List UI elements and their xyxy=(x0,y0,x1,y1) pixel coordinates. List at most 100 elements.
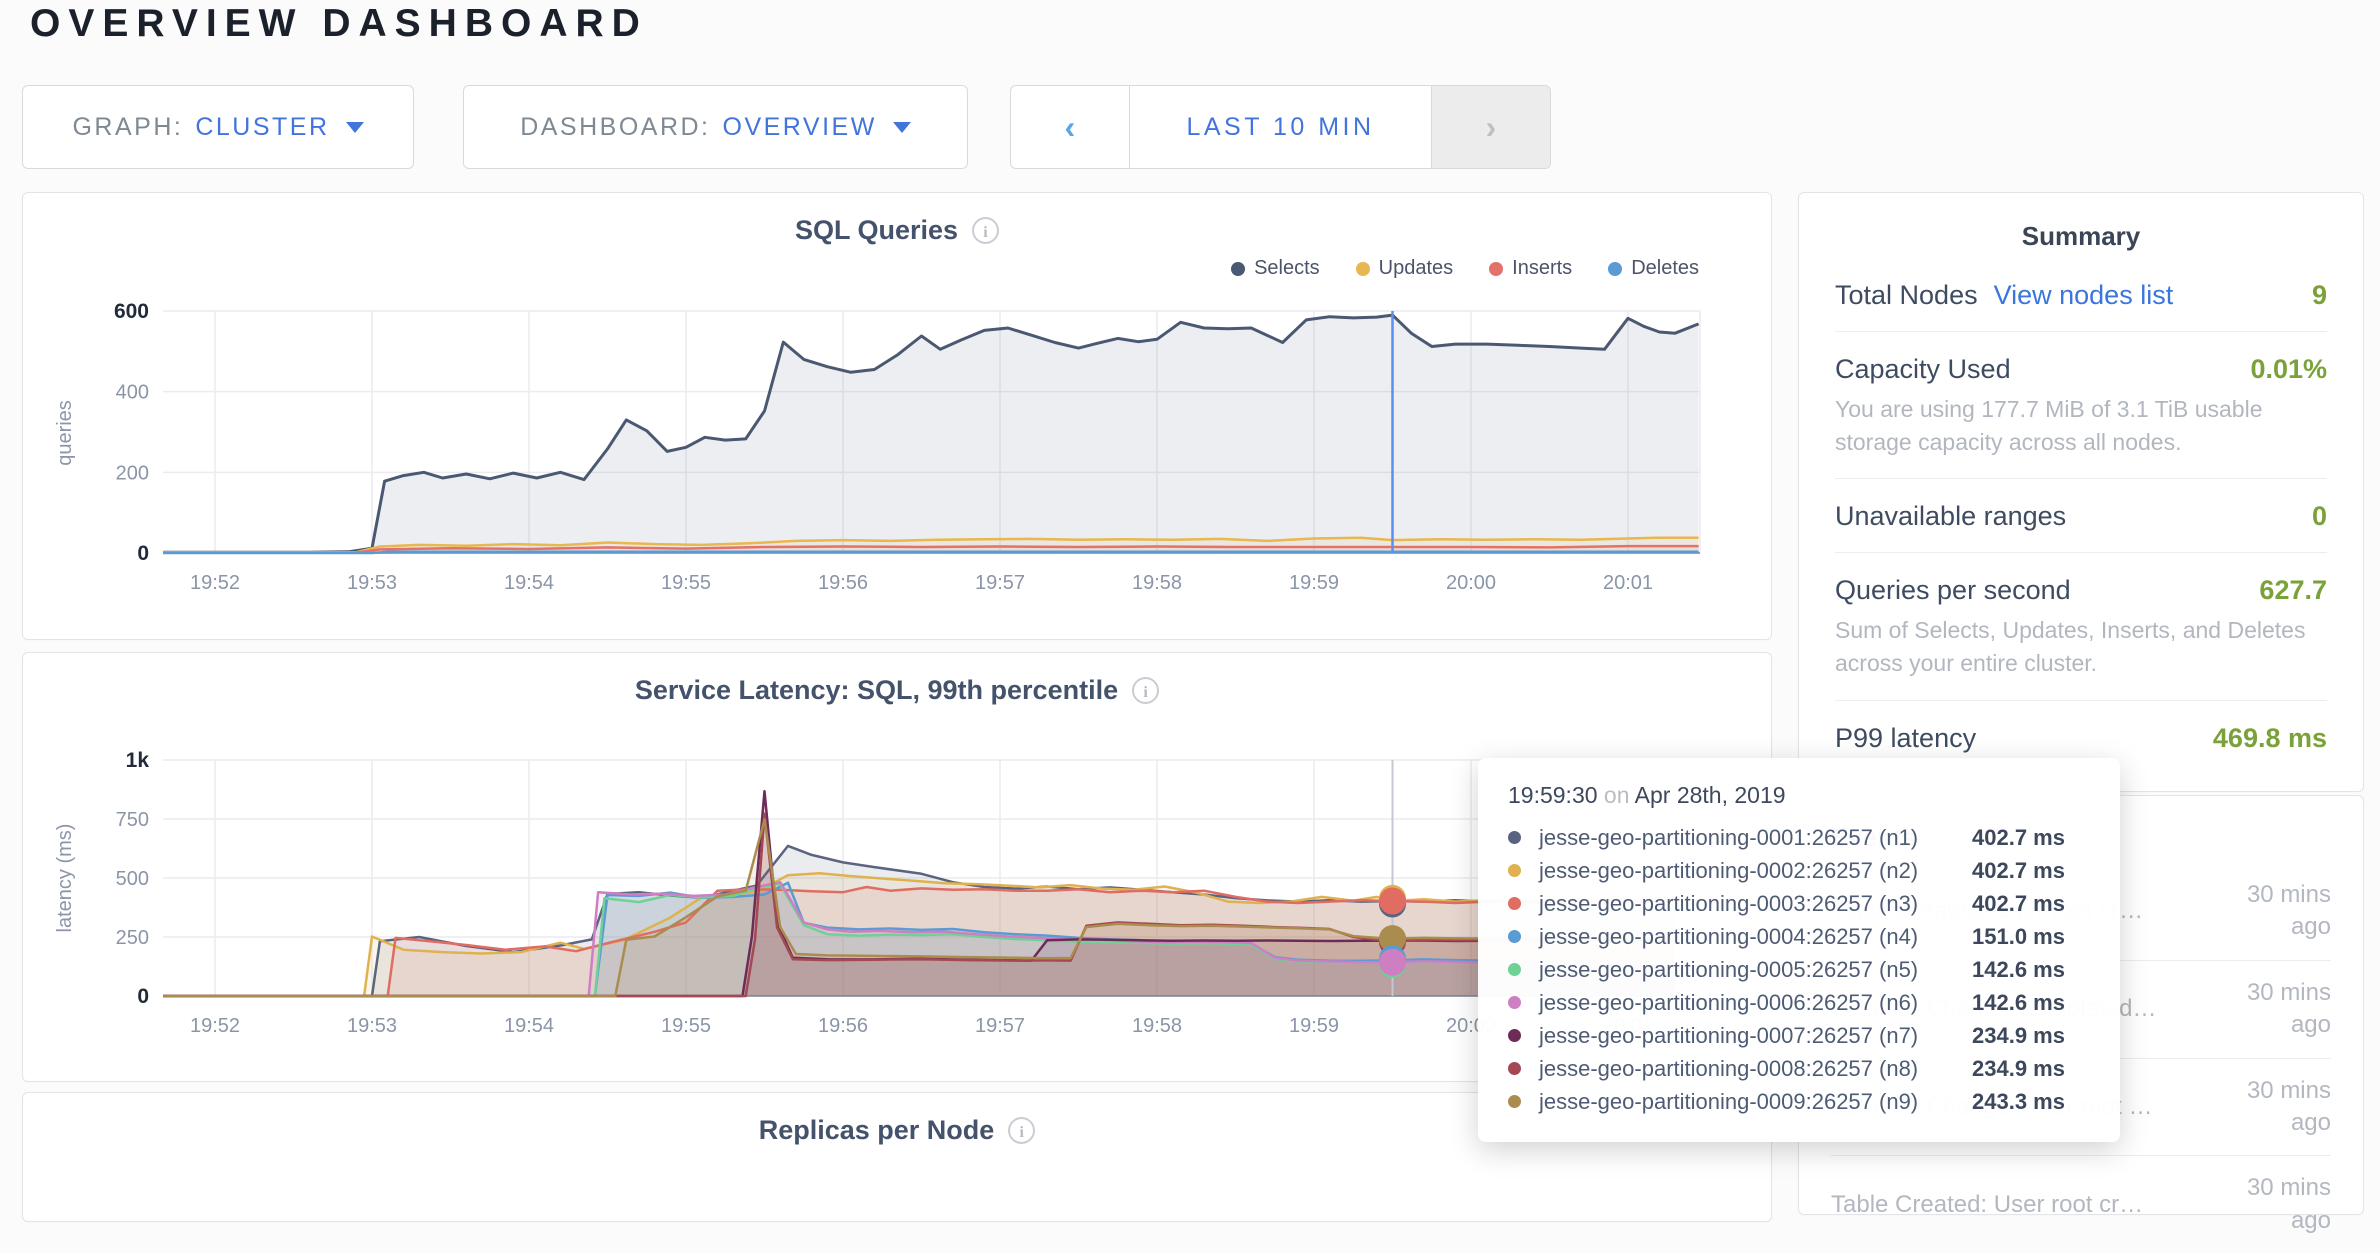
tooltip-node-name: jesse-geo-partitioning-0006:26257 (n6) xyxy=(1539,990,1918,1016)
svg-text:19:56: 19:56 xyxy=(818,572,868,594)
unavailable-ranges-value: 0 xyxy=(2312,501,2327,532)
event-text: Table Created: User root cr… xyxy=(1831,1191,2213,1219)
svg-text:1k: 1k xyxy=(126,749,150,772)
svg-text:20:01: 20:01 xyxy=(1603,572,1653,594)
svg-text:20:00: 20:00 xyxy=(1446,572,1496,594)
chart-hover-tooltip: 19:59:30 on Apr 28th, 2019 jesse-geo-par… xyxy=(1478,758,2120,1142)
view-nodes-list-link[interactable]: View nodes list xyxy=(1994,280,2174,311)
capacity-used-label: Capacity Used xyxy=(1835,354,2011,385)
svg-text:250: 250 xyxy=(116,927,149,949)
tooltip-time: 19:59:30 xyxy=(1508,782,1598,808)
summary-row-total-nodes: Total Nodes View nodes list 9 xyxy=(1835,258,2327,331)
event-time: 30 mins ago xyxy=(2213,977,2331,1042)
svg-text:queries: queries xyxy=(54,400,76,466)
qps-label: Queries per second xyxy=(1835,575,2071,606)
tooltip-row: jesse-geo-partitioning-0006:26257 (n6) 14… xyxy=(1508,986,2090,1019)
tooltip-node-name: jesse-geo-partitioning-0002:26257 (n2) xyxy=(1539,858,1918,884)
tooltip-row: jesse-geo-partitioning-0005:26257 (n5)14… xyxy=(1508,953,2090,986)
svg-text:0: 0 xyxy=(137,542,149,565)
svg-text:19:52: 19:52 xyxy=(190,572,240,594)
series-dot-icon xyxy=(1508,1095,1521,1108)
tooltip-row: jesse-geo-partitioning-0002:26257 (n2) 40… xyxy=(1508,854,2090,887)
tooltip-on: on xyxy=(1604,782,1635,808)
qps-value: 627.7 xyxy=(2259,575,2327,606)
summary-row-qps: Queries per second 627.7 Sum of Selects,… xyxy=(1835,552,2327,699)
event-row: Table Created: User root cr…30 mins ago xyxy=(1831,1155,2331,1253)
tooltip-row: jesse-geo-partitioning-0001:26257 (n1) 40… xyxy=(1508,821,2090,854)
tooltip-node-value: 142.6 ms xyxy=(1972,990,2090,1016)
qps-desc: Sum of Selects, Updates, Inserts, and De… xyxy=(1835,614,2327,679)
svg-text:19:58: 19:58 xyxy=(1132,1015,1182,1037)
tooltip-node-name: jesse-geo-partitioning-0007:26257 (n7) xyxy=(1539,1023,1918,1049)
svg-text:latency (ms): latency (ms) xyxy=(54,824,76,933)
svg-text:0: 0 xyxy=(137,985,149,1008)
info-icon[interactable]: i xyxy=(1008,1117,1035,1144)
svg-text:19:59: 19:59 xyxy=(1289,1015,1339,1037)
tooltip-node-value: 142.6 ms xyxy=(1972,957,2090,983)
tooltip-node-value: 234.9 ms xyxy=(1972,1056,2090,1082)
tooltip-node-value: 402.7 ms xyxy=(1972,825,2090,851)
svg-text:600: 600 xyxy=(114,300,149,323)
dashboard-controls: GRAPH: CLUSTER DASHBOARD: OVERVIEW ‹ LAS… xyxy=(22,85,1551,169)
svg-text:500: 500 xyxy=(116,868,149,890)
tooltip-node-value: 234.9 ms xyxy=(1972,1023,2090,1049)
svg-text:19:58: 19:58 xyxy=(1132,572,1182,594)
tooltip-rows: jesse-geo-partitioning-0001:26257 (n1) 40… xyxy=(1508,821,2090,1118)
svg-text:19:54: 19:54 xyxy=(504,572,554,594)
tooltip-row: jesse-geo-partitioning-0007:26257 (n7) 23… xyxy=(1508,1019,2090,1052)
dashboard-dropdown-value: OVERVIEW xyxy=(723,113,877,142)
timespan-label[interactable]: LAST 10 MIN xyxy=(1129,86,1432,168)
summary-row-unavailable: Unavailable ranges 0 xyxy=(1835,478,2327,552)
svg-text:19:52: 19:52 xyxy=(190,1015,240,1037)
unavailable-ranges-label: Unavailable ranges xyxy=(1835,501,2066,532)
tooltip-date: Apr 28th, 2019 xyxy=(1635,782,1786,808)
event-time: 30 mins ago xyxy=(2213,879,2331,944)
svg-text:400: 400 xyxy=(116,382,149,404)
total-nodes-label: Total Nodes xyxy=(1835,280,1978,311)
summary-row-capacity: Capacity Used 0.01% You are using 177.7 … xyxy=(1835,331,2327,478)
tooltip-row: jesse-geo-partitioning-0009:26257 (n9)24… xyxy=(1508,1085,2090,1118)
tooltip-node-name: jesse-geo-partitioning-0008:26257 (n8) xyxy=(1539,1056,1918,1082)
tooltip-node-value: 402.7 ms xyxy=(1972,858,2090,884)
capacity-used-desc: You are using 177.7 MiB of 3.1 TiB usabl… xyxy=(1835,393,2327,458)
svg-text:750: 750 xyxy=(116,809,149,831)
svg-text:19:53: 19:53 xyxy=(347,1015,397,1037)
svg-text:200: 200 xyxy=(116,462,149,484)
page-title: OVERVIEW DASHBOARD xyxy=(30,2,648,46)
svg-text:19:56: 19:56 xyxy=(818,1015,868,1037)
tooltip-row: jesse-geo-partitioning-0003:26257 (n3) 40… xyxy=(1508,887,2090,920)
event-time: 30 mins ago xyxy=(2213,1075,2331,1140)
timespan-next-button[interactable]: › xyxy=(1432,86,1550,168)
capacity-used-value: 0.01% xyxy=(2250,354,2327,385)
dashboard-dropdown[interactable]: DASHBOARD: OVERVIEW xyxy=(463,85,968,169)
timespan-prev-button[interactable]: ‹ xyxy=(1011,86,1129,168)
tooltip-node-value: 243.3 ms xyxy=(1972,1089,2090,1115)
chevron-down-icon xyxy=(893,122,911,133)
p99-latency-label: P99 latency xyxy=(1835,723,1976,754)
svg-text:19:54: 19:54 xyxy=(504,1015,554,1037)
dashboard-dropdown-label: DASHBOARD: xyxy=(520,113,710,142)
svg-text:19:55: 19:55 xyxy=(661,572,711,594)
chevron-down-icon xyxy=(346,122,364,133)
p99-latency-value: 469.8 ms xyxy=(2213,723,2327,754)
sql-queries-chart[interactable]: 19:5219:5319:5419:5519:5619:5719:5819:59… xyxy=(23,193,1773,641)
svg-text:19:53: 19:53 xyxy=(347,572,397,594)
graph-dropdown-value: CLUSTER xyxy=(195,113,329,142)
timespan-selector: ‹ LAST 10 MIN › xyxy=(1010,85,1551,169)
tooltip-node-name: jesse-geo-partitioning-0001:26257 (n1) xyxy=(1539,825,1918,851)
svg-text:19:55: 19:55 xyxy=(661,1015,711,1037)
svg-text:19:59: 19:59 xyxy=(1289,572,1339,594)
series-dot-icon xyxy=(1508,864,1521,877)
total-nodes-value: 9 xyxy=(2312,280,2327,311)
graph-dropdown[interactable]: GRAPH: CLUSTER xyxy=(22,85,414,169)
tooltip-node-name: jesse-geo-partitioning-0003:26257 (n3) xyxy=(1539,891,1918,917)
series-dot-icon xyxy=(1508,930,1521,943)
replicas-title: Replicas per Node xyxy=(759,1115,995,1146)
tooltip-header: 19:59:30 on Apr 28th, 2019 xyxy=(1508,782,2090,809)
graph-dropdown-label: GRAPH: xyxy=(72,113,183,142)
series-dot-icon xyxy=(1508,996,1521,1009)
event-time: 30 mins ago xyxy=(2213,1172,2331,1237)
summary-title: Summary xyxy=(1799,221,2363,252)
summary-panel: Summary Total Nodes View nodes list 9 Ca… xyxy=(1798,192,2364,792)
tooltip-node-value: 402.7 ms xyxy=(1972,891,2090,917)
